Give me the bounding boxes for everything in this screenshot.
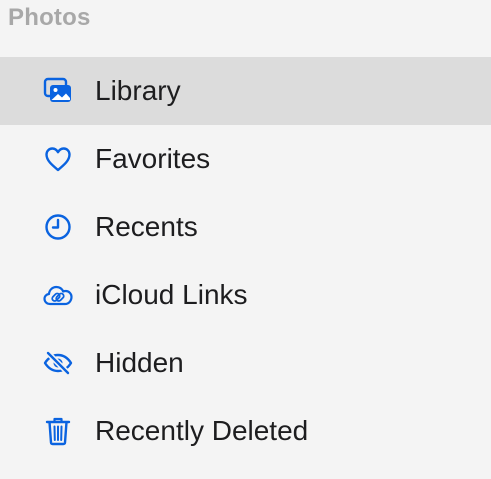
sidebar-item-recents[interactable]: Recents (0, 193, 491, 261)
cloud-link-icon (38, 275, 78, 315)
sidebar-item-favorites[interactable]: Favorites (0, 125, 491, 193)
sidebar-item-label: Recently Deleted (95, 415, 309, 446)
sidebar-item-hidden[interactable]: Hidden (0, 329, 491, 397)
photos-sidebar: Photos Library Favorites Recents iCloud … (0, 0, 491, 479)
trash-icon (38, 411, 78, 451)
section-header-photos: Photos (8, 4, 91, 31)
sidebar-item-label: Hidden (95, 347, 184, 378)
sidebar-item-label: Library (95, 75, 181, 106)
sidebar-item-library[interactable]: Library (0, 57, 491, 125)
sidebar-item-label: Recents (95, 211, 198, 242)
clock-icon (38, 207, 78, 247)
heart-icon (38, 139, 78, 179)
sidebar-item-label: iCloud Links (95, 279, 248, 310)
sidebar-item-icloud-links[interactable]: iCloud Links (0, 261, 491, 329)
sidebar-item-label: Favorites (95, 143, 211, 174)
sidebar-item-recently-deleted[interactable]: Recently Deleted (0, 397, 491, 465)
eye-slash-icon (38, 343, 78, 383)
photo-library-icon (38, 71, 78, 111)
